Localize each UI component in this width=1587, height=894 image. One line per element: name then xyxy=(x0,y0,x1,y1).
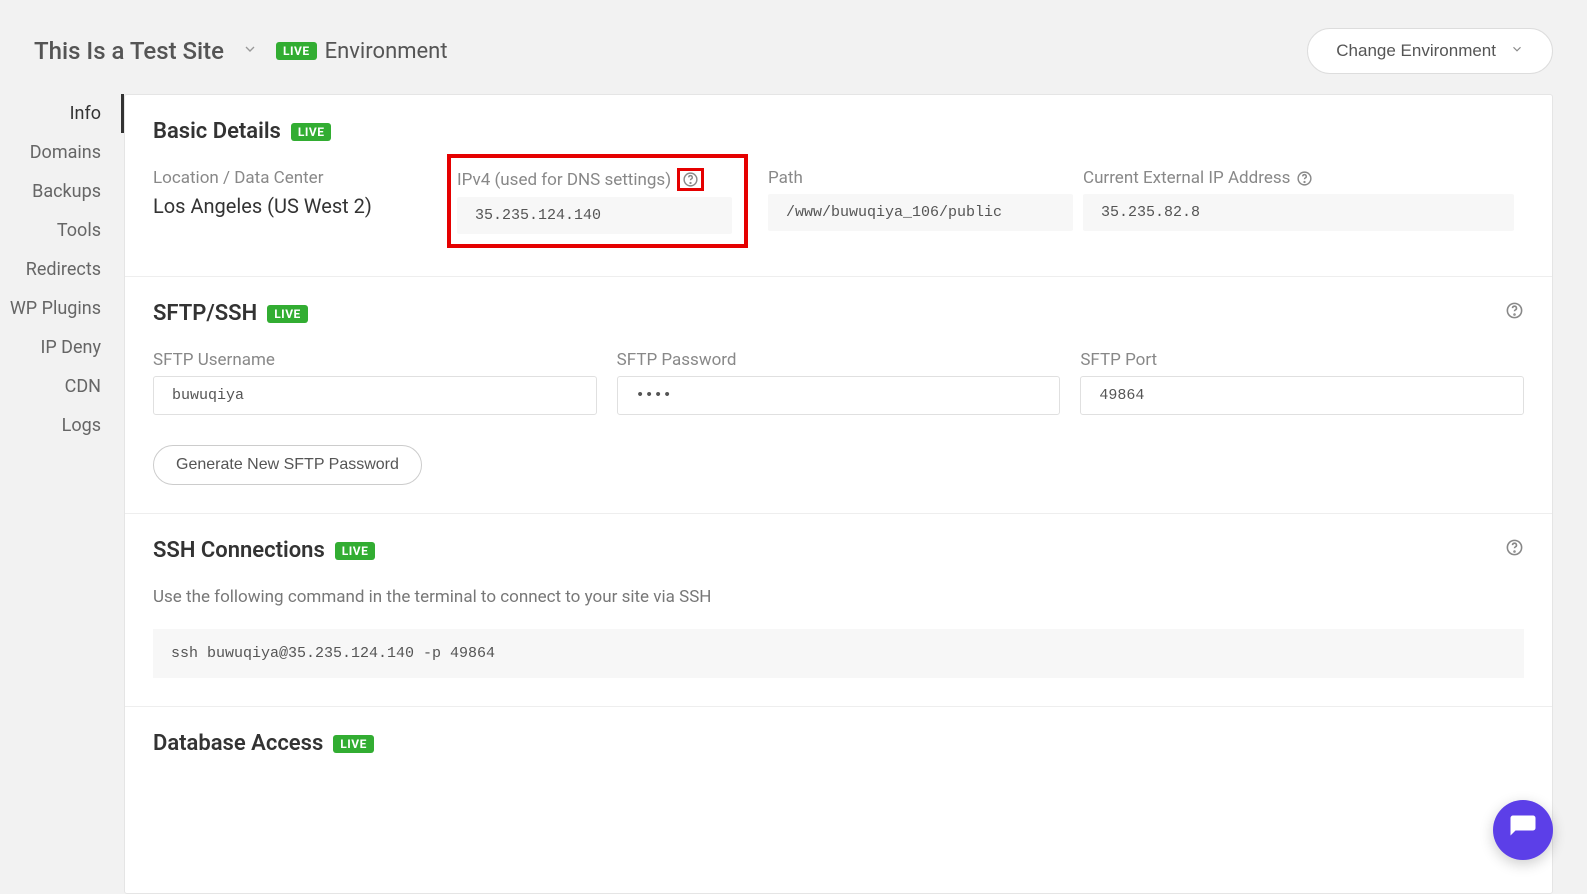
sidebar-item-logs[interactable]: Logs xyxy=(0,406,124,445)
change-environment-button[interactable]: Change Environment xyxy=(1307,28,1553,74)
sidebar: InfoDomainsBackupsToolsRedirectsWP Plugi… xyxy=(0,94,124,894)
section-sftp-ssh: SFTP/SSH LIVE SFTP Username buwuqiya SFT… xyxy=(125,277,1552,514)
sidebar-item-wp-plugins[interactable]: WP Plugins xyxy=(0,289,124,328)
sftp-port-col: SFTP Port 49864 xyxy=(1080,350,1524,415)
generate-sftp-password-button[interactable]: Generate New SFTP Password xyxy=(153,445,422,485)
ipv4-label: IPv4 (used for DNS settings) xyxy=(457,170,671,190)
location-value: Los Angeles (US West 2) xyxy=(153,194,443,218)
environment-indicator: LIVE Environment xyxy=(276,39,448,64)
section-database-access: Database Access LIVE xyxy=(125,707,1552,756)
sftp-credentials-row: SFTP Username buwuqiya SFTP Password •••… xyxy=(153,350,1524,415)
basic-details-row: Location / Data Center Los Angeles (US W… xyxy=(153,168,1524,248)
live-badge: LIVE xyxy=(291,123,332,141)
ext-ip-label: Current External IP Address xyxy=(1083,168,1290,188)
ext-ip-label-row: Current External IP Address xyxy=(1083,168,1514,188)
sftp-port-label: SFTP Port xyxy=(1080,350,1524,370)
section-title-row: SFTP/SSH LIVE xyxy=(153,301,1524,326)
page-header: This Is a Test Site LIVE Environment Cha… xyxy=(0,0,1587,94)
help-icon[interactable] xyxy=(1296,170,1313,187)
sftp-help-icon[interactable] xyxy=(1505,301,1524,324)
location-col: Location / Data Center Los Angeles (US W… xyxy=(153,168,453,218)
sidebar-item-info[interactable]: Info xyxy=(0,94,124,133)
sidebar-item-redirects[interactable]: Redirects xyxy=(0,250,124,289)
ssh-command[interactable]: ssh buwuqiya@35.235.124.140 -p 49864 xyxy=(153,629,1524,678)
section-basic-details: Basic Details LIVE Location / Data Cente… xyxy=(125,95,1552,277)
live-badge: LIVE xyxy=(333,735,374,753)
section-title-row: Database Access LIVE xyxy=(153,731,1524,756)
change-environment-label: Change Environment xyxy=(1336,41,1496,61)
ssh-instructions: Use the following command in the termina… xyxy=(153,587,1524,607)
sftp-username-label: SFTP Username xyxy=(153,350,597,370)
location-label: Location / Data Center xyxy=(153,168,443,188)
sftp-username-col: SFTP Username buwuqiya xyxy=(153,350,597,415)
chat-icon xyxy=(1508,813,1538,847)
chevron-down-icon xyxy=(1510,41,1524,61)
sftp-password-value[interactable]: •••• xyxy=(617,376,1061,415)
section-title-row: Basic Details LIVE xyxy=(153,119,1524,144)
sftp-port-value[interactable]: 49864 xyxy=(1080,376,1524,415)
path-value[interactable]: /www/buwuqiya_106/public xyxy=(768,194,1073,231)
ipv4-help-highlight xyxy=(677,168,704,191)
main-panel: Basic Details LIVE Location / Data Cente… xyxy=(124,94,1553,894)
section-title-row: SSH Connections LIVE xyxy=(153,538,1524,563)
live-badge: LIVE xyxy=(276,42,317,60)
path-col: Path /www/buwuqiya_106/public xyxy=(768,168,1083,231)
ipv4-value[interactable]: 35.235.124.140 xyxy=(457,197,732,234)
sidebar-item-cdn[interactable]: CDN xyxy=(0,367,124,406)
sidebar-item-backups[interactable]: Backups xyxy=(0,172,124,211)
database-title: Database Access xyxy=(153,731,323,756)
chat-fab-button[interactable] xyxy=(1493,800,1553,860)
layout: InfoDomainsBackupsToolsRedirectsWP Plugi… xyxy=(0,94,1587,894)
basic-details-title: Basic Details xyxy=(153,119,281,144)
sidebar-item-ip-deny[interactable]: IP Deny xyxy=(0,328,124,367)
ext-ip-value[interactable]: 35.235.82.8 xyxy=(1083,194,1514,231)
live-badge: LIVE xyxy=(335,542,376,560)
path-label: Path xyxy=(768,168,1073,188)
sidebar-item-domains[interactable]: Domains xyxy=(0,133,124,172)
environment-label: Environment xyxy=(325,39,448,64)
help-icon[interactable] xyxy=(682,171,699,188)
ssh-help-icon[interactable] xyxy=(1505,538,1524,561)
live-badge: LIVE xyxy=(267,305,308,323)
ipv4-highlight-box: IPv4 (used for DNS settings) 35.235.124.… xyxy=(447,154,748,248)
site-title: This Is a Test Site xyxy=(34,37,224,65)
sftp-username-value[interactable]: buwuqiya xyxy=(153,376,597,415)
ipv4-label-row: IPv4 (used for DNS settings) xyxy=(457,168,732,191)
ssh-title: SSH Connections xyxy=(153,538,325,563)
header-left: This Is a Test Site LIVE Environment xyxy=(34,37,448,65)
sidebar-item-tools[interactable]: Tools xyxy=(0,211,124,250)
ipv4-col: IPv4 (used for DNS settings) 35.235.124.… xyxy=(453,168,768,248)
section-ssh-connections: SSH Connections LIVE Use the following c… xyxy=(125,514,1552,707)
site-switcher-chevron-icon[interactable] xyxy=(242,41,258,61)
sftp-password-label: SFTP Password xyxy=(617,350,1061,370)
sftp-title: SFTP/SSH xyxy=(153,301,257,326)
sftp-password-col: SFTP Password •••• xyxy=(617,350,1061,415)
ext-ip-col: Current External IP Address 35.235.82.8 xyxy=(1083,168,1524,231)
